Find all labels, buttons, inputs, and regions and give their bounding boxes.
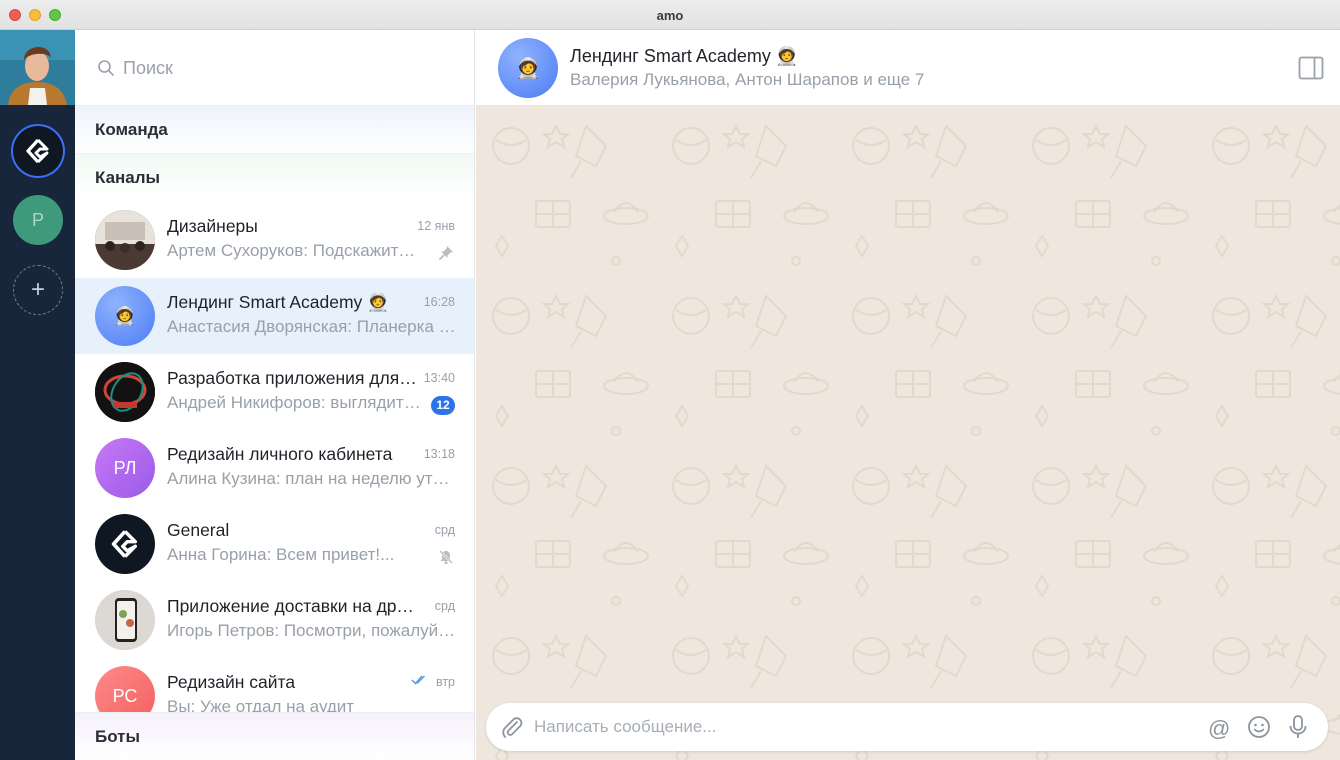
chat-name: Приложение доставки на другой платформе <box>167 596 419 616</box>
user-avatar[interactable] <box>0 30 75 105</box>
chat-item-designers[interactable]: Дизайнеры 12 янв Артем Сухоруков: Подска… <box>75 202 474 278</box>
pin-icon <box>437 244 455 262</box>
chat-name: Разработка приложения для доставки <box>167 368 419 388</box>
chat-item-delivery-app[interactable]: Приложение доставки на другой платформе … <box>75 582 474 658</box>
toggle-sidebar-icon[interactable] <box>1298 56 1324 80</box>
conversation-members[interactable]: Валерия Лукьянова, Антон Шарапов и еще 7 <box>570 70 924 90</box>
chat-item-account-redesign[interactable]: РЛ Редизайн личного кабинета 13:18 Алина… <box>75 430 474 506</box>
chat-preview: Алина Кузина: план на неделю утвержден <box>167 469 457 488</box>
chat-preview: Андрей Никифоров: выглядит отлично <box>167 393 423 412</box>
message-composer: @ <box>486 703 1328 751</box>
chat-time: 12 янв <box>417 219 455 233</box>
amo-logo-icon <box>26 138 49 164</box>
chat-preview: Игорь Петров: Посмотри, пожалуйста <box>167 621 457 640</box>
workspace-rail: Р + <box>0 30 75 760</box>
astronaut-emoji-icon: 🧑‍🚀 <box>515 57 541 80</box>
amo-logo-icon <box>111 530 137 558</box>
chat-item-general[interactable]: General срд Анна Горина: Всем привет!... <box>75 506 474 582</box>
chat-time: 13:18 <box>423 447 455 461</box>
chat-background-pattern <box>476 106 1340 760</box>
chat-name: Лендинг Smart Academy 🧑‍🚀 <box>167 292 389 312</box>
chat-item-landing-smart-academy[interactable]: 🧑‍🚀 Лендинг Smart Academy 🧑‍🚀 16:28 Анас… <box>75 278 474 354</box>
chat-avatar <box>95 362 155 422</box>
chat-avatar: РЛ <box>95 438 155 498</box>
chat-avatar: 🧑‍🚀 <box>95 286 155 346</box>
chat-time: 16:28 <box>423 295 455 309</box>
workspace-amo[interactable] <box>13 126 63 176</box>
conversation-header: 🧑‍🚀 Лендинг Smart Academy 🧑‍🚀 Валерия Лу… <box>476 30 1340 106</box>
conversation-avatar[interactable]: 🧑‍🚀 <box>498 38 558 98</box>
chat-name: Редизайн сайта <box>167 672 296 692</box>
read-check-icon <box>411 675 426 685</box>
attach-icon[interactable] <box>500 715 524 739</box>
chat-avatar <box>95 590 155 650</box>
search-input[interactable] <box>123 56 443 80</box>
chat-preview: Анастасия Дворянская: Планерка в 12:00 <box>167 317 457 336</box>
title-bar: amo <box>0 0 1340 30</box>
chat-time: 13:40 <box>423 371 455 385</box>
chat-name: General <box>167 520 230 540</box>
chat-time: срд <box>434 523 455 537</box>
search-icon <box>98 60 114 76</box>
chat-avatar <box>95 210 155 270</box>
chat-time: срд <box>434 599 455 613</box>
chat-preview: Анна Горина: Всем привет!... <box>167 545 395 564</box>
muted-bell-icon <box>437 548 455 566</box>
microphone-icon[interactable] <box>1286 714 1310 740</box>
chat-list-panel: Команда Каналы Дизайнеры 12 янв Артем Су… <box>75 30 475 760</box>
chat-name: Редизайн личного кабинета <box>167 444 393 464</box>
chat-preview: Артем Сухоруков: Подскажите, пожалуйста <box>167 241 423 260</box>
conversation-panel: 🧑‍🚀 Лендинг Smart Academy 🧑‍🚀 Валерия Лу… <box>476 30 1340 760</box>
window-title: amo <box>656 8 684 23</box>
chat-item-app-development[interactable]: Разработка приложения для доставки 13:40… <box>75 354 474 430</box>
unread-badge: 12 <box>431 396 455 415</box>
mention-icon[interactable]: @ <box>1208 716 1230 742</box>
search-bar <box>75 30 474 106</box>
chat-avatar <box>95 514 155 574</box>
chat-name: Дизайнеры <box>167 216 258 236</box>
conversation-title[interactable]: Лендинг Smart Academy 🧑‍🚀 <box>570 46 798 67</box>
astronaut-emoji-icon: 🧑‍🚀 <box>113 305 137 326</box>
message-input[interactable] <box>534 715 1174 739</box>
add-workspace-button[interactable]: + <box>13 265 63 315</box>
workspace-p[interactable]: Р <box>13 195 63 245</box>
section-team[interactable]: Команда <box>75 106 474 154</box>
section-bots[interactable]: Боты <box>75 712 474 760</box>
section-channels[interactable]: Каналы <box>75 154 474 202</box>
chat-time: втр <box>435 675 455 689</box>
emoji-icon[interactable] <box>1247 715 1271 739</box>
